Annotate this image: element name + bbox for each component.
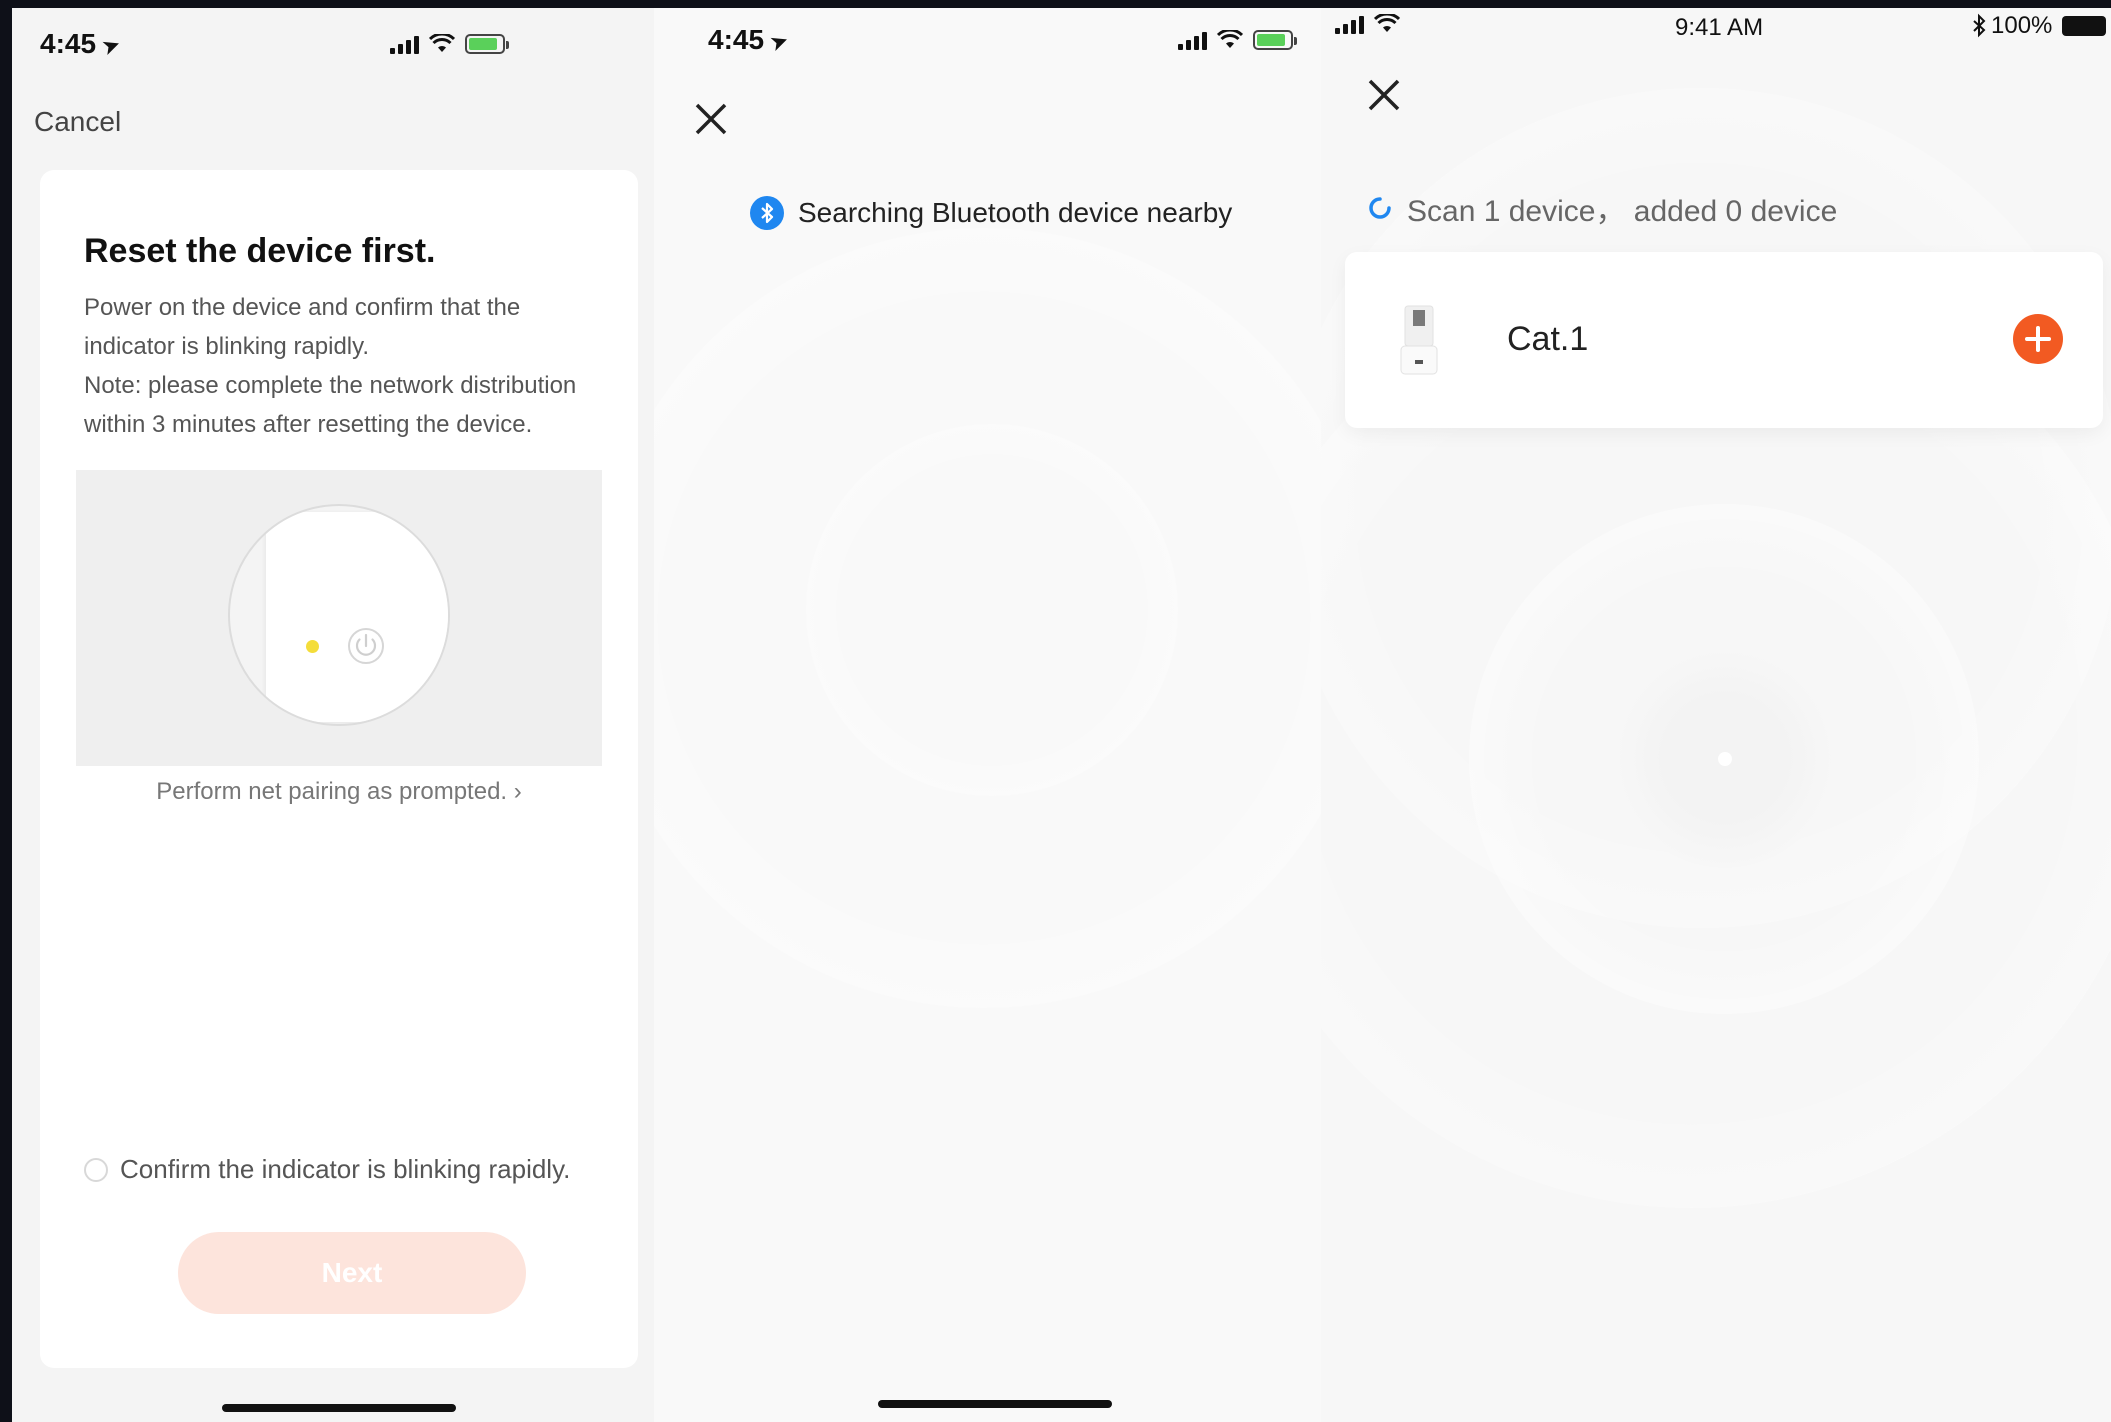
instruction-card: Reset the device first. Power on the dev…: [40, 170, 638, 1368]
status-bar: 4:45➤: [12, 8, 654, 88]
status-bar: 4:45➤: [654, 8, 1321, 88]
device-corner: [266, 512, 448, 722]
close-icon[interactable]: [1367, 78, 1401, 112]
close-icon[interactable]: [694, 102, 728, 136]
net-pairing-prompt-link[interactable]: Perform net pairing as prompted. ›: [40, 778, 638, 806]
confirm-radio[interactable]: [84, 1157, 108, 1182]
status-icons-right: 100%: [1971, 12, 2107, 40]
description-line: Note: please complete the network distri…: [84, 372, 577, 399]
location-arrow-icon: ➤: [98, 30, 125, 61]
bluetooth-search-screen: 4:45➤ Searching Bluetooth device nearby: [654, 8, 1321, 1422]
status-time-text: 4:45: [40, 28, 97, 59]
add-device-button[interactable]: [2013, 314, 2063, 364]
status-icons: [1178, 30, 1297, 50]
device-name: Cat.1: [1507, 320, 1589, 358]
scan-status: Scan 1 device， added 0 device: [1367, 186, 1837, 230]
wifi-icon: [429, 34, 455, 52]
next-button[interactable]: Next: [178, 1232, 526, 1314]
home-indicator: [878, 1400, 1112, 1408]
power-button-icon: [348, 628, 384, 664]
status-icons: [390, 34, 509, 54]
confirm-label: Confirm the indicator is blinking rapidl…: [120, 1154, 571, 1184]
status-icons-left: [1335, 14, 1400, 34]
indicator-led: [306, 640, 319, 653]
description-line: Power on the device and confirm that the: [84, 294, 521, 321]
cellular-signal-icon: [1178, 30, 1207, 50]
card-description: Power on the device and confirm that the…: [84, 288, 604, 444]
scan-status-text: Scan 1 device， added 0 device: [1407, 195, 1838, 228]
illustration-magnifier: [228, 504, 450, 726]
device-found-screen: 9:41 AM 100% Scan 1 device， added 0 devi…: [1321, 8, 2111, 1422]
device-thumbnail-icon: [1400, 305, 1438, 375]
wifi-icon: [1217, 30, 1243, 48]
cancel-button[interactable]: Cancel: [34, 106, 121, 138]
device-reset-illustration: [76, 470, 602, 766]
home-indicator: [222, 1404, 456, 1412]
status-time-text: 4:45: [708, 24, 765, 55]
battery-percent: 100%: [1991, 12, 2053, 39]
confirm-indicator-checkbox[interactable]: Confirm the indicator is blinking rapidl…: [84, 1154, 570, 1185]
search-status-text: Searching Bluetooth device nearby: [798, 197, 1233, 228]
battery-charging-icon: [465, 34, 509, 54]
radar-ring-inner: [806, 424, 1178, 796]
loading-spinner-icon: [1369, 197, 1391, 219]
cellular-signal-icon: [390, 34, 419, 54]
battery-charging-icon: [1253, 30, 1297, 50]
status-bar: 9:41 AM 100%: [1321, 8, 2111, 88]
status-time: 4:45➤: [40, 28, 124, 60]
close-button[interactable]: [694, 100, 728, 144]
location-arrow-icon: ➤: [766, 26, 793, 57]
card-title: Reset the device first.: [84, 232, 436, 270]
cellular-signal-icon: [1335, 14, 1364, 34]
description-line: indicator is blinking rapidly.: [84, 333, 370, 360]
reset-device-screen: 4:45➤ Cancel Reset the device first. Pow…: [12, 8, 654, 1422]
battery-full-icon: [2062, 16, 2107, 36]
status-time: 4:45➤: [708, 24, 792, 56]
close-button[interactable]: [1367, 76, 1401, 120]
radar-center-dot: [1718, 752, 1732, 766]
wifi-icon: [1374, 14, 1400, 32]
found-device-card[interactable]: Cat.1: [1345, 252, 2103, 428]
bluetooth-search-status: Searching Bluetooth device nearby: [750, 196, 1232, 230]
description-line: within 3 minutes after resetting the dev…: [84, 411, 533, 438]
bluetooth-status-icon: [1973, 13, 1986, 38]
status-time: 9:41 AM: [1675, 14, 1764, 41]
plus-icon[interactable]: [2013, 314, 2063, 364]
bluetooth-icon: [750, 196, 784, 230]
